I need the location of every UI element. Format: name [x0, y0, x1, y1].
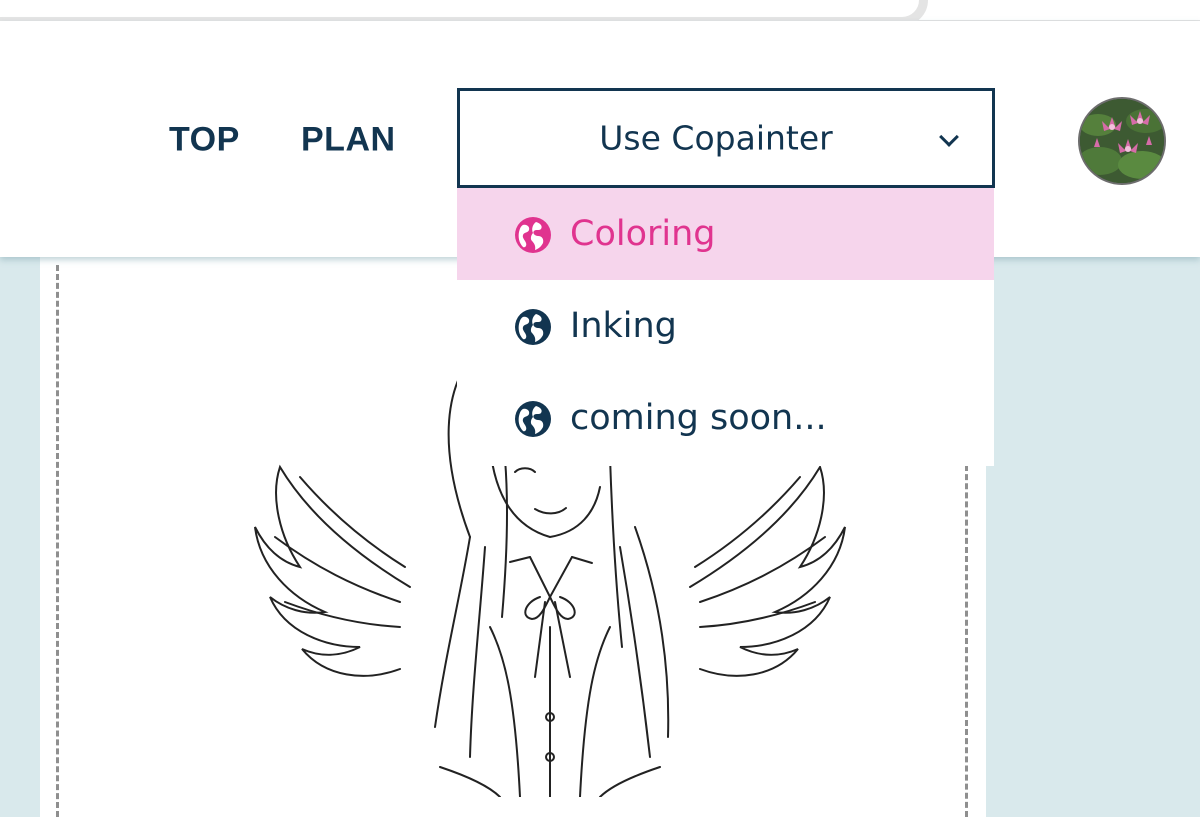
globe-icon [515, 217, 551, 253]
menu-item-coloring[interactable]: Coloring [457, 188, 994, 280]
globe-icon [515, 309, 551, 345]
menu-item-label: Coloring [570, 214, 716, 254]
menu-item-inking[interactable]: Inking [457, 280, 994, 372]
globe-icon [515, 401, 551, 437]
dropdown-label: Use Copainter [599, 118, 833, 158]
menu-item-label: coming soon... [570, 398, 827, 438]
dashed-border-left [56, 265, 59, 817]
avatar-image [1080, 99, 1164, 183]
menu-item-coming-soon[interactable]: coming soon... [457, 372, 994, 464]
nav-top-link[interactable]: TOP [169, 121, 240, 160]
browser-chrome [0, 0, 1200, 26]
use-copainter-dropdown[interactable]: Use Copainter [457, 88, 995, 188]
dashed-border-right [965, 465, 968, 817]
dropdown-menu: Coloring Inking coming soon... [457, 188, 994, 466]
avatar[interactable] [1078, 97, 1166, 185]
menu-item-label: Inking [570, 306, 677, 346]
nav-plan-link[interactable]: PLAN [301, 121, 396, 160]
